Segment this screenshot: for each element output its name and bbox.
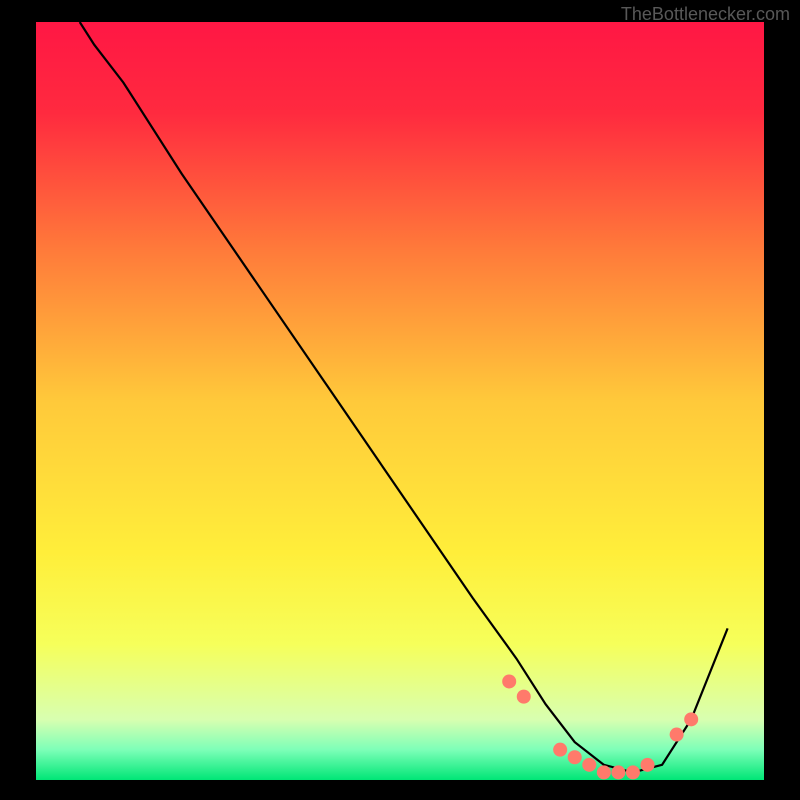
marker-dot (502, 674, 516, 688)
chart-svg (0, 0, 800, 800)
marker-dot (684, 712, 698, 726)
marker-dot (582, 758, 596, 772)
plot-background (36, 22, 764, 780)
marker-dot (641, 758, 655, 772)
marker-dot (670, 728, 684, 742)
marker-dot (597, 765, 611, 779)
marker-dot (553, 743, 567, 757)
chart-container: TheBottlenecker.com (0, 0, 800, 800)
marker-dot (517, 690, 531, 704)
marker-dot (611, 765, 625, 779)
marker-dot (626, 765, 640, 779)
marker-dot (568, 750, 582, 764)
